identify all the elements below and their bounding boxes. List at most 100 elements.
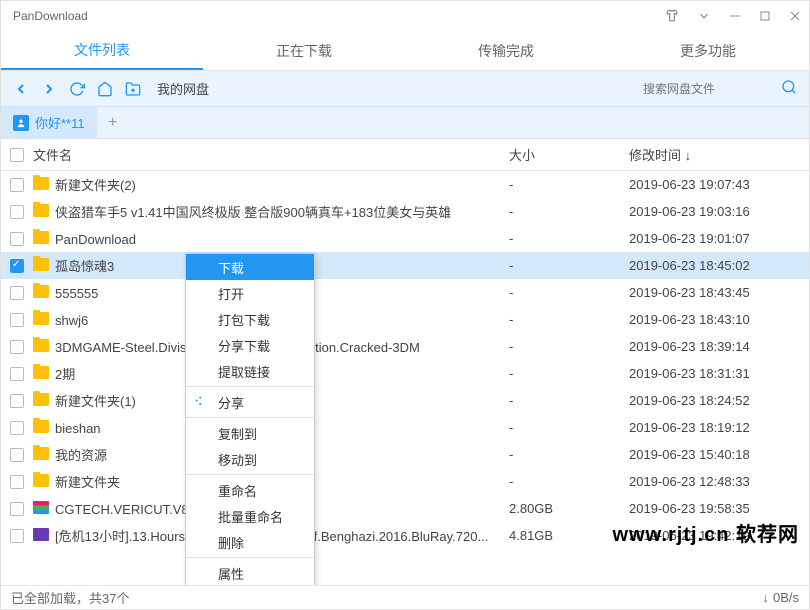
menu-item[interactable]: ⠪分享 <box>186 389 314 415</box>
folder-icon <box>33 339 49 352</box>
download-speed-icon: ↓ <box>762 590 769 605</box>
shirt-icon[interactable] <box>665 9 679 23</box>
file-name: 新建文件夹(2) <box>33 175 509 194</box>
tab-2[interactable]: 传输完成 <box>405 31 607 70</box>
home-button[interactable] <box>93 77 117 101</box>
menu-item[interactable]: 提取链接 <box>186 358 314 384</box>
file-row[interactable]: bieshan-2019-06-23 18:19:12 <box>1 414 809 441</box>
row-checkbox[interactable] <box>10 232 24 246</box>
row-checkbox[interactable] <box>10 340 24 354</box>
breadcrumb[interactable]: 我的网盘 <box>157 79 209 98</box>
menu-item[interactable]: 属性 <box>186 560 314 585</box>
folder-icon <box>33 204 49 217</box>
folder-icon <box>33 393 49 406</box>
column-size[interactable]: 大小 <box>509 145 629 164</box>
file-row[interactable]: 2期-2019-06-23 18:31:31 <box>1 360 809 387</box>
folder-icon <box>33 447 49 460</box>
tab-3[interactable]: 更多功能 <box>607 31 809 70</box>
menu-item[interactable]: 下载 <box>186 254 314 280</box>
tab-1[interactable]: 正在下载 <box>203 31 405 70</box>
file-size: - <box>509 474 629 489</box>
user-tab[interactable]: 你好**11 <box>1 107 97 138</box>
folder-icon <box>33 231 49 244</box>
file-date: 2019-06-23 18:31:31 <box>629 366 809 381</box>
share-icon: ⠪ <box>194 395 203 409</box>
menu-item[interactable]: 批量重命名 <box>186 503 314 529</box>
row-checkbox[interactable] <box>10 529 24 543</box>
forward-button[interactable] <box>37 77 61 101</box>
file-date: 2019-06-23 15:40:18 <box>629 447 809 462</box>
menu-item[interactable]: 重命名 <box>186 477 314 503</box>
file-size: - <box>509 447 629 462</box>
file-date: 2019-06-23 18:43:45 <box>629 285 809 300</box>
row-checkbox[interactable] <box>10 448 24 462</box>
file-size: - <box>509 312 629 327</box>
file-row[interactable]: 孤岛惊魂3-2019-06-23 18:45:02 <box>1 252 809 279</box>
folder-icon <box>33 474 49 487</box>
file-size: - <box>509 177 629 192</box>
column-date[interactable]: 修改时间 ↓ <box>629 145 809 164</box>
folder-icon <box>33 366 49 379</box>
status-text: 已全部加载，共37个 <box>11 588 129 607</box>
file-date: 2019-06-23 18:39:14 <box>629 339 809 354</box>
back-button[interactable] <box>9 77 33 101</box>
row-checkbox[interactable] <box>10 394 24 408</box>
file-row[interactable]: shwj6-2019-06-23 18:43:10 <box>1 306 809 333</box>
user-name: 你好**11 <box>35 113 85 132</box>
watermark: www.rjtj.cn 软荐网 <box>613 518 800 547</box>
row-checkbox[interactable] <box>10 286 24 300</box>
select-all-checkbox[interactable] <box>10 148 24 162</box>
file-size: - <box>509 393 629 408</box>
file-size: - <box>509 204 629 219</box>
menu-item[interactable]: 删除 <box>186 529 314 555</box>
menu-item[interactable]: 复制到 <box>186 420 314 446</box>
close-icon[interactable] <box>789 10 801 22</box>
row-checkbox[interactable] <box>10 367 24 381</box>
file-size: - <box>509 285 629 300</box>
file-size: 2.80GB <box>509 501 629 516</box>
file-row[interactable]: 新建文件夹-2019-06-23 12:48:33 <box>1 468 809 495</box>
row-checkbox[interactable] <box>10 502 24 516</box>
minimize-icon[interactable] <box>729 10 741 22</box>
window-title: PanDownload <box>9 9 665 23</box>
folder-icon <box>33 420 49 433</box>
maximize-icon[interactable] <box>759 10 771 22</box>
file-date: 2019-06-23 19:07:43 <box>629 177 809 192</box>
file-row[interactable]: 新建文件夹(1)-2019-06-23 18:24:52 <box>1 387 809 414</box>
folder-icon <box>33 285 49 298</box>
folder-icon <box>33 528 49 541</box>
avatar-icon <box>13 115 29 131</box>
folder-icon <box>33 312 49 325</box>
file-row[interactable]: 新建文件夹(2)-2019-06-23 19:07:43 <box>1 171 809 198</box>
row-checkbox[interactable] <box>10 178 24 192</box>
file-row[interactable]: 3DMGAME-Steel.Division.2.Total.Conflict.… <box>1 333 809 360</box>
row-checkbox[interactable] <box>10 313 24 327</box>
file-size: - <box>509 339 629 354</box>
menu-item[interactable]: 分享下载 <box>186 332 314 358</box>
menu-item[interactable]: 移动到 <box>186 446 314 472</box>
row-checkbox[interactable] <box>10 421 24 435</box>
file-row[interactable]: PanDownload-2019-06-23 19:01:07 <box>1 225 809 252</box>
newfolder-button[interactable] <box>121 77 145 101</box>
file-date: 2019-06-23 18:43:10 <box>629 312 809 327</box>
dropdown-icon[interactable] <box>697 9 711 23</box>
file-name: PanDownload <box>33 231 509 247</box>
download-speed: 0B/s <box>773 590 799 605</box>
row-checkbox[interactable] <box>10 205 24 219</box>
file-date: 2019-06-23 18:45:02 <box>629 258 809 273</box>
row-checkbox[interactable] <box>10 259 24 273</box>
file-row[interactable]: 侠盗猎车手5 v1.41中国风终极版 整合版900辆真车+183位美女与英雄-2… <box>1 198 809 225</box>
row-checkbox[interactable] <box>10 475 24 489</box>
add-tab-button[interactable]: + <box>97 114 129 132</box>
menu-item[interactable]: 打包下载 <box>186 306 314 332</box>
file-row[interactable]: 555555-2019-06-23 18:43:45 <box>1 279 809 306</box>
search-icon[interactable] <box>777 79 801 98</box>
search-input[interactable] <box>643 77 773 101</box>
refresh-button[interactable] <box>65 77 89 101</box>
file-date: 2019-06-23 18:24:52 <box>629 393 809 408</box>
file-date: 2019-06-23 18:19:12 <box>629 420 809 435</box>
tab-0[interactable]: 文件列表 <box>1 31 203 70</box>
menu-item[interactable]: 打开 <box>186 280 314 306</box>
column-name[interactable]: 文件名 <box>33 145 509 164</box>
file-row[interactable]: 我的资源-2019-06-23 15:40:18 <box>1 441 809 468</box>
